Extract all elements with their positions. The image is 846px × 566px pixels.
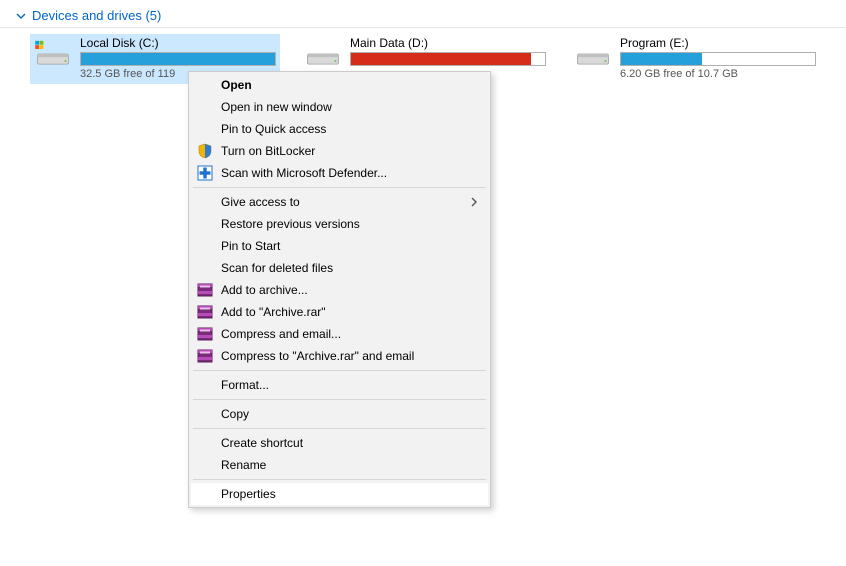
menu-item-label: Create shortcut [221, 436, 303, 450]
drive-name: Local Disk (C:) [80, 36, 276, 50]
menu-separator [193, 399, 486, 400]
rar-icon [197, 326, 213, 342]
menu-item[interactable]: Give access to [191, 191, 488, 213]
menu-item[interactable]: Copy [191, 403, 488, 425]
menu-item-label: Format... [221, 378, 269, 392]
menu-item-label: Give access to [221, 195, 300, 209]
section-title: Devices and drives (5) [32, 8, 161, 23]
menu-item[interactable]: Create shortcut [191, 432, 488, 454]
menu-item[interactable]: Format... [191, 374, 488, 396]
menu-item[interactable]: Add to archive... [191, 279, 488, 301]
menu-item[interactable]: Open [191, 74, 488, 96]
menu-item[interactable]: Scan with Microsoft Defender... [191, 162, 488, 184]
drive-item[interactable]: Program (E:) 6.20 GB free of 10.7 GB [570, 34, 820, 84]
menu-item[interactable]: Compress to "Archive.rar" and email [191, 345, 488, 367]
menu-item[interactable]: Properties [191, 483, 488, 505]
drive-name: Program (E:) [620, 36, 816, 50]
menu-item-label: Turn on BitLocker [221, 144, 315, 158]
drive-usage-bar [350, 52, 546, 66]
drive-usage-bar [80, 52, 276, 66]
drive-item[interactable]: Main Data (D:) [300, 34, 550, 72]
context-menu: Open Open in new window Pin to Quick acces… [188, 71, 491, 508]
drive-info: Main Data (D:) [350, 36, 546, 68]
menu-item[interactable]: Restore previous versions [191, 213, 488, 235]
menu-item-label: Restore previous versions [221, 217, 360, 231]
menu-separator [193, 479, 486, 480]
menu-item-label: Open in new window [221, 100, 332, 114]
submenu-arrow-icon [470, 196, 478, 208]
menu-item-label: Open [221, 78, 252, 92]
menu-item-label: Scan for deleted files [221, 261, 333, 275]
menu-item-label: Properties [221, 487, 276, 501]
menu-item[interactable]: Compress and email... [191, 323, 488, 345]
rar-icon [197, 348, 213, 364]
menu-item-label: Pin to Quick access [221, 122, 326, 136]
menu-item-label: Compress to "Archive.rar" and email [221, 349, 414, 363]
menu-separator [193, 187, 486, 188]
drive-free-text: 6.20 GB free of 10.7 GB [620, 68, 816, 80]
rar-icon [197, 304, 213, 320]
drive-icon [304, 40, 342, 68]
menu-item[interactable]: Open in new window [191, 96, 488, 118]
drive-icon [34, 40, 72, 68]
menu-item[interactable]: Rename [191, 454, 488, 476]
rar-icon [197, 282, 213, 298]
menu-item-label: Compress and email... [221, 327, 341, 341]
menu-item-label: Add to "Archive.rar" [221, 305, 326, 319]
drive-usage-bar [620, 52, 816, 66]
menu-item[interactable]: Pin to Start [191, 235, 488, 257]
menu-item-label: Rename [221, 458, 266, 472]
bitlocker-icon [197, 143, 213, 159]
menu-item-label: Scan with Microsoft Defender... [221, 166, 387, 180]
drive-name: Main Data (D:) [350, 36, 546, 50]
drive-info: Program (E:) 6.20 GB free of 10.7 GB [620, 36, 816, 80]
menu-item[interactable]: Add to "Archive.rar" [191, 301, 488, 323]
chevron-down-icon [16, 11, 26, 21]
menu-item[interactable]: Turn on BitLocker [191, 140, 488, 162]
menu-separator [193, 370, 486, 371]
menu-item[interactable]: Pin to Quick access [191, 118, 488, 140]
menu-separator [193, 428, 486, 429]
drive-icon [574, 40, 612, 68]
menu-item-label: Copy [221, 407, 249, 421]
defender-icon [197, 165, 213, 181]
section-header-devices[interactable]: Devices and drives (5) [0, 0, 846, 28]
menu-item[interactable]: Scan for deleted files [191, 257, 488, 279]
menu-item-label: Pin to Start [221, 239, 280, 253]
menu-item-label: Add to archive... [221, 283, 308, 297]
